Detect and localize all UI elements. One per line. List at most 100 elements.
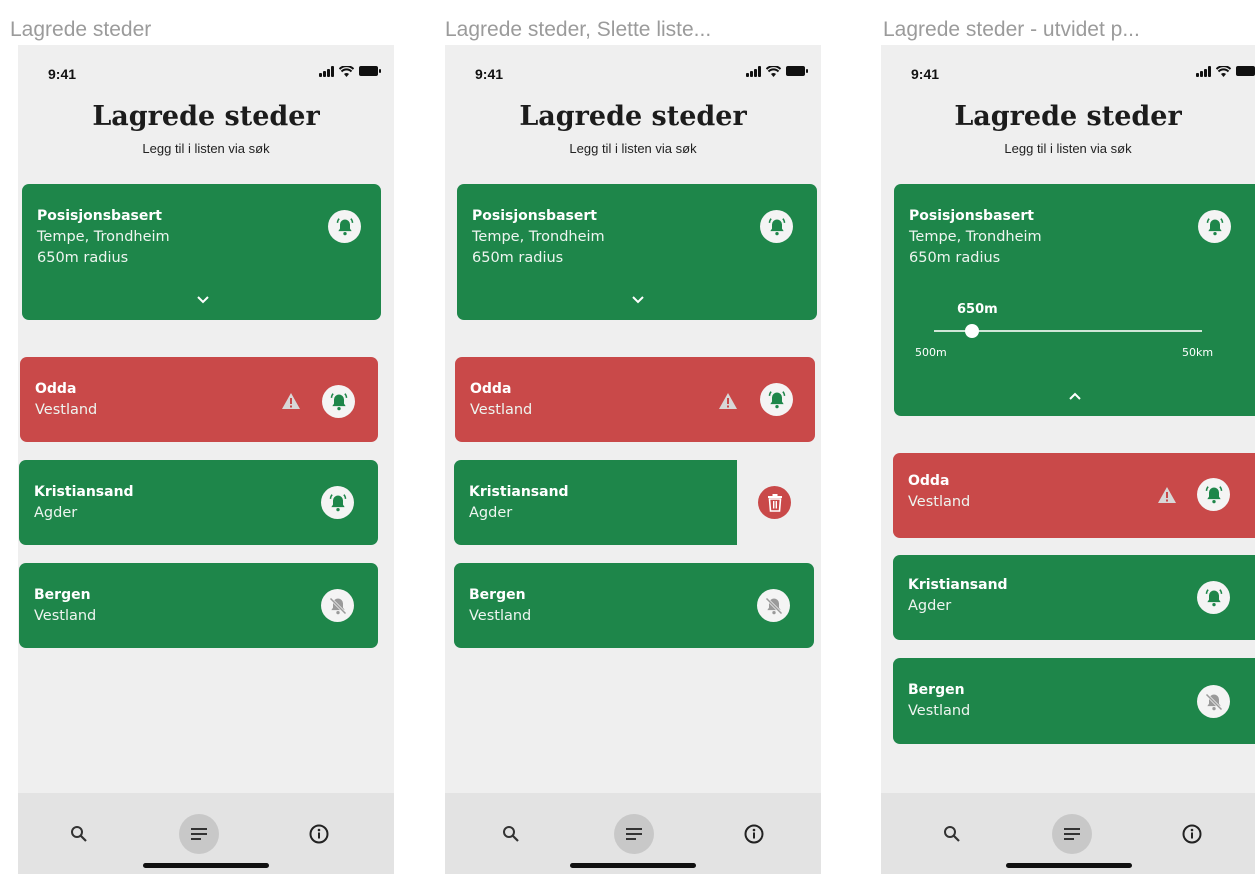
frame-title: Lagrede steder - utvidet p... [883,18,1140,41]
chevron-up-icon[interactable] [1068,391,1082,401]
bell-off-icon [328,596,347,615]
info-icon [744,824,764,844]
chevron-down-icon[interactable] [631,295,645,305]
bell-icon [1205,588,1222,606]
warning-icon [282,393,300,409]
radius-slider-min: 500m [915,346,947,359]
bell-button[interactable] [760,210,793,243]
position-card[interactable]: Posisjonsbasert Tempe, Trondheim 650m ra… [457,184,817,320]
bell-off-icon [764,596,783,615]
radius-slider-thumb[interactable] [965,324,979,338]
list-item-swiped[interactable]: Kristiansand Agder [454,460,737,545]
bell-button[interactable] [322,385,355,418]
position-card-location: Tempe, Trondheim [472,229,605,245]
search-icon [71,826,87,842]
bell-icon [336,217,353,235]
list-item-title: Odda [35,381,77,397]
bell-button[interactable] [1197,478,1230,511]
tab-bar [881,793,1255,874]
tab-list[interactable] [179,814,219,854]
bell-icon [1206,217,1223,235]
status-icons [1196,66,1255,77]
tab-info[interactable] [734,814,774,854]
list-item[interactable]: Kristiansand Agder [19,460,378,545]
page-subtitle: Legg til i listen via søk [569,141,697,156]
list-item[interactable]: Bergen Vestland [893,658,1255,744]
tab-bar [445,793,821,874]
list-item-subtitle: Vestland [908,494,971,510]
bell-icon [768,217,785,235]
tab-list[interactable] [614,814,654,854]
list-item-title: Bergen [908,682,965,698]
bell-button[interactable] [1198,210,1231,243]
info-icon [309,824,329,844]
status-icons [746,66,808,77]
battery-icon [1236,66,1255,76]
signal-icon [746,66,761,77]
list-item[interactable]: Odda Vestland [893,453,1255,538]
list-item-subtitle: Agder [469,505,513,521]
battery-icon [359,66,381,76]
signal-icon [319,66,334,77]
list-item-title: Bergen [34,587,91,603]
position-card-title: Posisjonsbasert [37,208,162,224]
list-item-subtitle: Vestland [469,608,532,624]
list-icon [191,828,207,840]
bell-off-button[interactable] [321,589,354,622]
bell-icon [1205,485,1222,503]
position-card-location: Tempe, Trondheim [909,229,1042,245]
status-icons [319,66,381,77]
bell-icon [768,390,785,408]
info-icon [1182,824,1202,844]
list-item[interactable]: Kristiansand Agder [893,555,1255,640]
list-item[interactable]: Odda Vestland [20,357,378,442]
delete-button[interactable] [758,486,791,519]
bell-button[interactable] [328,210,361,243]
list-item-subtitle: Agder [34,505,78,521]
list-item-title: Kristiansand [908,577,1008,593]
list-item[interactable]: Odda Vestland [455,357,815,442]
position-card-radius: 650m radius [472,250,564,266]
home-indicator [570,863,696,868]
position-card-location: Tempe, Trondheim [37,229,170,245]
status-time: 9:41 [48,66,77,82]
list-item[interactable]: Bergen Vestland [19,563,378,648]
position-card-radius: 650m radius [37,250,129,266]
phone-frame-expanded-position: 9:41 Lagrede steder Legg til i listen vi… [881,45,1255,874]
tab-search[interactable] [932,814,972,854]
status-time: 9:41 [911,66,940,82]
tab-info[interactable] [1172,814,1212,854]
bell-off-icon [1204,692,1223,711]
bell-icon [330,392,347,410]
frame-title: Lagrede steder [10,18,152,41]
warning-icon [719,393,737,409]
list-item-title: Bergen [469,587,526,603]
bell-button[interactable] [760,383,793,416]
bell-off-button[interactable] [1197,685,1230,718]
signal-icon [1196,66,1211,77]
chevron-down-icon[interactable] [196,295,210,305]
tab-info[interactable] [299,814,339,854]
tab-list[interactable] [1052,814,1092,854]
position-card-expanded[interactable]: Posisjonsbasert Tempe, Trondheim 650m ra… [894,184,1255,416]
tab-search[interactable] [59,814,99,854]
list-icon [1064,828,1080,840]
tab-search[interactable] [491,814,531,854]
bell-off-button[interactable] [757,589,790,622]
bell-button[interactable] [321,486,354,519]
home-indicator [1006,863,1132,868]
warning-icon [1158,487,1176,503]
bell-button[interactable] [1197,581,1230,614]
search-icon [944,826,960,842]
tab-bar [18,793,394,874]
list-item-subtitle: Vestland [470,402,533,418]
status-time: 9:41 [475,66,504,82]
search-icon [503,826,519,842]
position-card-title: Posisjonsbasert [909,208,1034,224]
bell-icon [329,493,346,511]
phone-frame-delete-list: 9:41 Lagrede steder Legg til i listen vi… [445,45,821,874]
page-subtitle: Legg til i listen via søk [1004,141,1132,156]
position-card[interactable]: Posisjonsbasert Tempe, Trondheim 650m ra… [22,184,381,320]
trash-icon [767,493,782,512]
list-item[interactable]: Bergen Vestland [454,563,814,648]
